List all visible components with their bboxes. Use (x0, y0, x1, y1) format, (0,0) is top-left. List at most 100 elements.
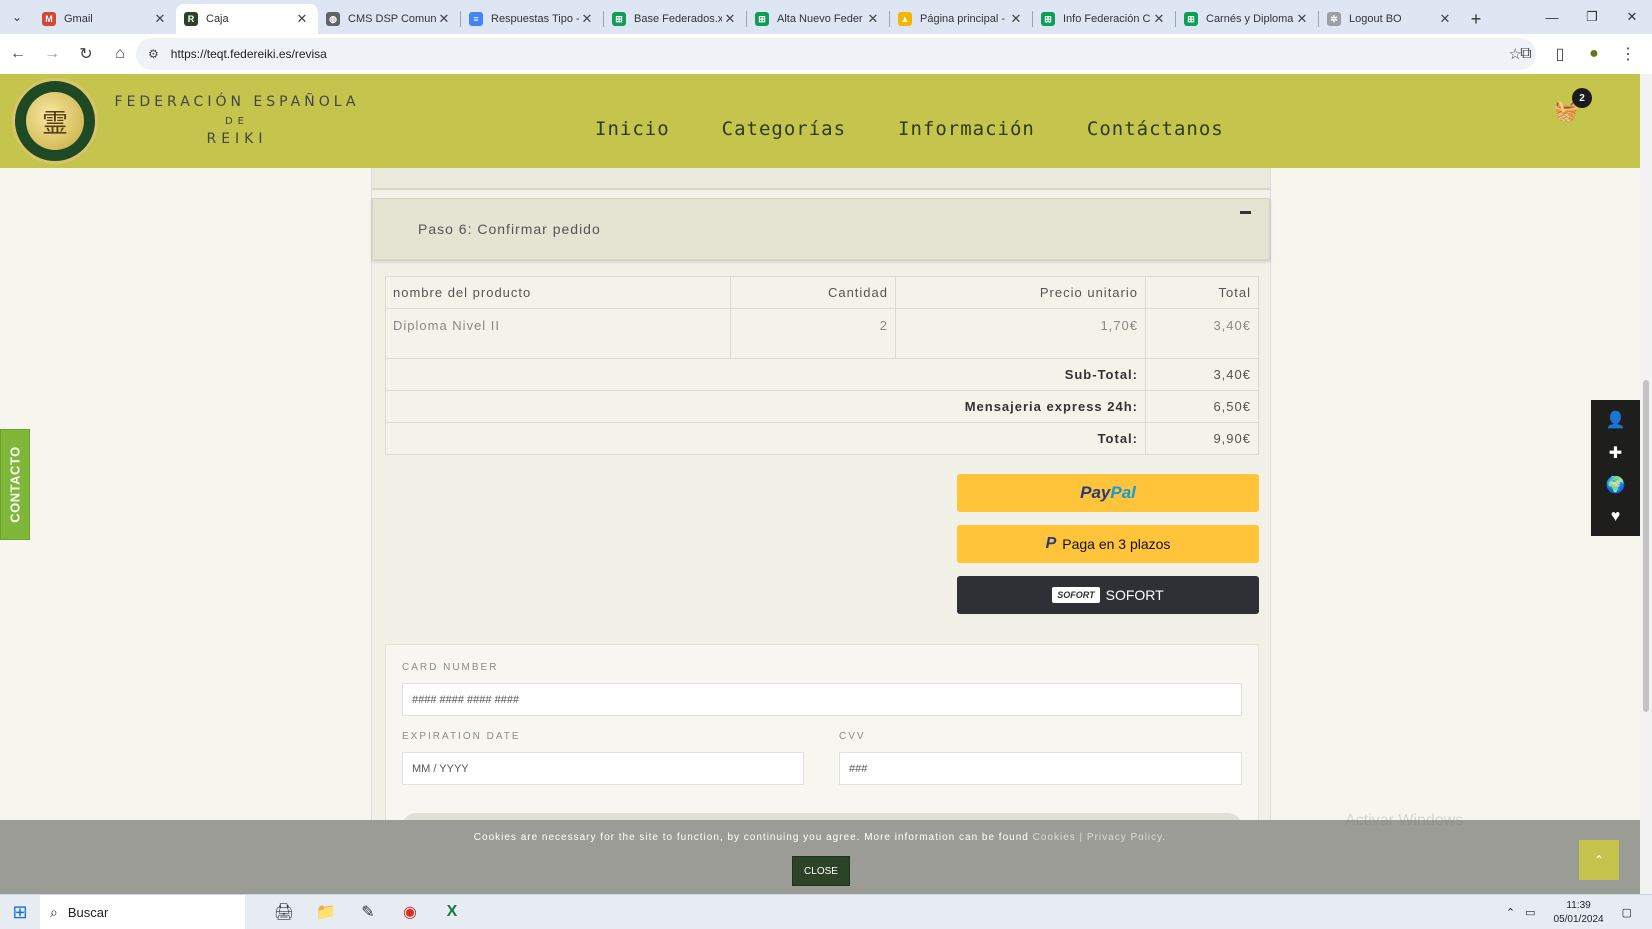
reload-icon[interactable]: ↻ (70, 38, 102, 70)
printer-app-icon[interactable]: 🖨 (263, 895, 305, 929)
cvv-input[interactable] (839, 752, 1242, 785)
paypal-p-icon: P (1045, 535, 1057, 552)
url-text[interactable]: https://teqt.federeiki.es/revisa (171, 47, 327, 61)
nav-contactanos[interactable]: Contáctanos (1087, 118, 1224, 140)
notifications-icon[interactable]: ▢ (1622, 906, 1632, 919)
close-tab-icon[interactable]: ✕ (579, 11, 595, 27)
nav-informacion[interactable]: Información (898, 118, 1035, 140)
card-number-input[interactable] (402, 683, 1242, 716)
user-icon[interactable]: 👤 (1606, 410, 1626, 430)
close-tab-icon[interactable]: ✕ (722, 11, 738, 27)
loading-icon: ✲ (1327, 12, 1341, 26)
profile-avatar[interactable]: ● (1578, 38, 1610, 70)
previous-step-panel (372, 168, 1270, 190)
close-tab-icon[interactable]: ✕ (294, 11, 310, 27)
network-icon[interactable]: ▭ (1525, 906, 1535, 919)
browser-tab[interactable]: ≡ Respuestas Tipo - ✕ (461, 4, 603, 34)
checkout-content: Paso 6: Confirmar pedido nombre del prod… (371, 168, 1271, 843)
close-tab-icon[interactable]: ✕ (1294, 11, 1310, 27)
page-scrollbar[interactable] (1640, 74, 1652, 894)
total-label: Total: (385, 422, 1146, 455)
browser-tab[interactable]: M Gmail ✕ (34, 4, 176, 34)
taskbar-apps: 🖨 📁 ✎ ◉ X (263, 895, 473, 929)
close-tab-icon[interactable]: ✕ (436, 11, 452, 27)
add-user-icon[interactable]: ✚ (1609, 443, 1622, 463)
nav-inicio[interactable]: Inicio (595, 118, 670, 140)
browser-tab[interactable]: ⊞ Carnés y Diploma ✕ (1176, 4, 1318, 34)
tray-chevron-icon[interactable]: ⌃ (1506, 906, 1515, 919)
forward-icon[interactable]: → (36, 38, 68, 70)
browser-tab[interactable]: ✲ Logout BO ✕ (1319, 4, 1461, 34)
pen-app-icon[interactable]: ✎ (347, 895, 389, 929)
close-tab-icon[interactable]: ✕ (1008, 11, 1024, 27)
browser-tab[interactable]: ⊞ Base Federados.xl ✕ (604, 4, 746, 34)
drive-icon: ▲ (898, 12, 912, 26)
browser-tab[interactable]: ▲ Página principal - ✕ (890, 4, 1032, 34)
shipping-value: 6,50€ (1145, 390, 1259, 423)
federation-logo[interactable]: 霊 (12, 78, 98, 164)
sheets-icon: ⊞ (612, 12, 626, 26)
new-tab-button[interactable]: + (1461, 4, 1491, 34)
taskbar-clock[interactable]: 11:39 05/01/2024 (1554, 899, 1604, 927)
minimize-icon[interactable]: — (1532, 0, 1572, 34)
sofort-button[interactable]: SOFORT SOFORT (957, 576, 1259, 614)
windows-start-icon[interactable]: ⊞ (0, 895, 40, 929)
item-unit-price: 1,70€ (895, 308, 1146, 359)
brand-line-1: FEDERACIÓN ESPAÑOLA (114, 94, 360, 110)
docs-icon: ≡ (469, 12, 483, 26)
privacy-policy-link[interactable]: Privacy Policy. (1087, 832, 1166, 843)
browser-tab[interactable]: ⊞ Info Federación C ✕ (1033, 4, 1175, 34)
cookie-close-button[interactable]: CLOSE (792, 856, 850, 886)
tab-label: Respuestas Tipo - (491, 13, 579, 25)
subtotal-label: Sub-Total: (385, 358, 1146, 391)
tab-label: Gmail (64, 13, 93, 25)
header-product: nombre del producto (385, 276, 731, 309)
header-quantity: Cantidad (730, 276, 896, 309)
scrollbar-thumb[interactable] (1643, 380, 1649, 712)
contacto-side-tab[interactable]: CONTACTO (0, 429, 30, 540)
browser-tab[interactable]: R Caja ✕ (176, 4, 318, 34)
back-icon[interactable]: ← (2, 38, 34, 70)
address-bar[interactable]: ⚙ https://teqt.federeiki.es/revisa ☆ (136, 38, 1536, 70)
collapse-minus-icon[interactable] (1240, 211, 1251, 214)
file-explorer-icon[interactable]: 📁 (305, 895, 347, 929)
chrome-icon[interactable]: ◉ (389, 895, 431, 929)
home-icon[interactable]: ⌂ (104, 38, 136, 70)
expiration-date-input[interactable] (402, 752, 804, 785)
nav-categorias[interactable]: Categorías (722, 118, 846, 140)
cookies-link[interactable]: Cookies (1033, 832, 1076, 843)
close-tab-icon[interactable]: ✕ (152, 11, 168, 27)
extensions-icon[interactable]: ⧉ (1510, 38, 1542, 70)
card-payment-form: CARD NUMBER EXPIRATION DATE CVV (385, 644, 1259, 843)
paypal-button[interactable]: Pay Pal (957, 474, 1259, 512)
tab-label: Info Federación C (1063, 13, 1151, 25)
close-window-icon[interactable]: ✕ (1612, 0, 1652, 34)
browser-tab[interactable]: ⊞ Alta Nuevo Feder ✕ (747, 4, 889, 34)
tab-search-chevron-icon[interactable]: ⌄ (0, 0, 34, 34)
browser-tab[interactable]: ◍ CMS DSP Comuni ✕ (318, 4, 460, 34)
close-tab-icon[interactable]: ✕ (1151, 11, 1167, 27)
close-tab-icon[interactable]: ✕ (1437, 11, 1453, 27)
total-row: Total: 9,90€ (385, 422, 1259, 455)
paypal-pay-later-button[interactable]: P Paga en 3 plazos (957, 525, 1259, 563)
cookie-banner: Cookies are necessary for the site to fu… (0, 820, 1640, 894)
card-number-label: CARD NUMBER (402, 662, 499, 673)
heart-icon[interactable]: ♥ (1611, 508, 1621, 526)
globe-icon[interactable]: 🌍 (1606, 475, 1626, 495)
side-panel-icon[interactable]: ▯ (1544, 38, 1576, 70)
back-to-top-icon[interactable]: ⌃ (1579, 840, 1619, 880)
browser-menu-icon[interactable]: ⋮ (1612, 38, 1644, 70)
close-tab-icon[interactable]: ✕ (865, 11, 881, 27)
taskbar-search[interactable]: ⌕ Buscar (40, 894, 245, 929)
shipping-label: Mensajeria express 24h: (385, 390, 1146, 423)
restore-icon[interactable]: ❐ (1572, 0, 1612, 34)
step-6-panel[interactable]: Paso 6: Confirmar pedido (372, 198, 1270, 260)
excel-icon[interactable]: X (431, 895, 473, 929)
brand-title[interactable]: FEDERACIÓN ESPAÑOLA DE REIKI (112, 94, 362, 147)
sofort-label: SOFORT (1105, 587, 1164, 603)
item-name[interactable]: Diploma Nivel II (385, 308, 731, 359)
tab-label: Caja (206, 13, 229, 25)
tab-label: Logout BO (1349, 13, 1402, 25)
site-info-icon[interactable]: ⚙ (148, 47, 159, 61)
item-total: 3,40€ (1145, 308, 1259, 359)
